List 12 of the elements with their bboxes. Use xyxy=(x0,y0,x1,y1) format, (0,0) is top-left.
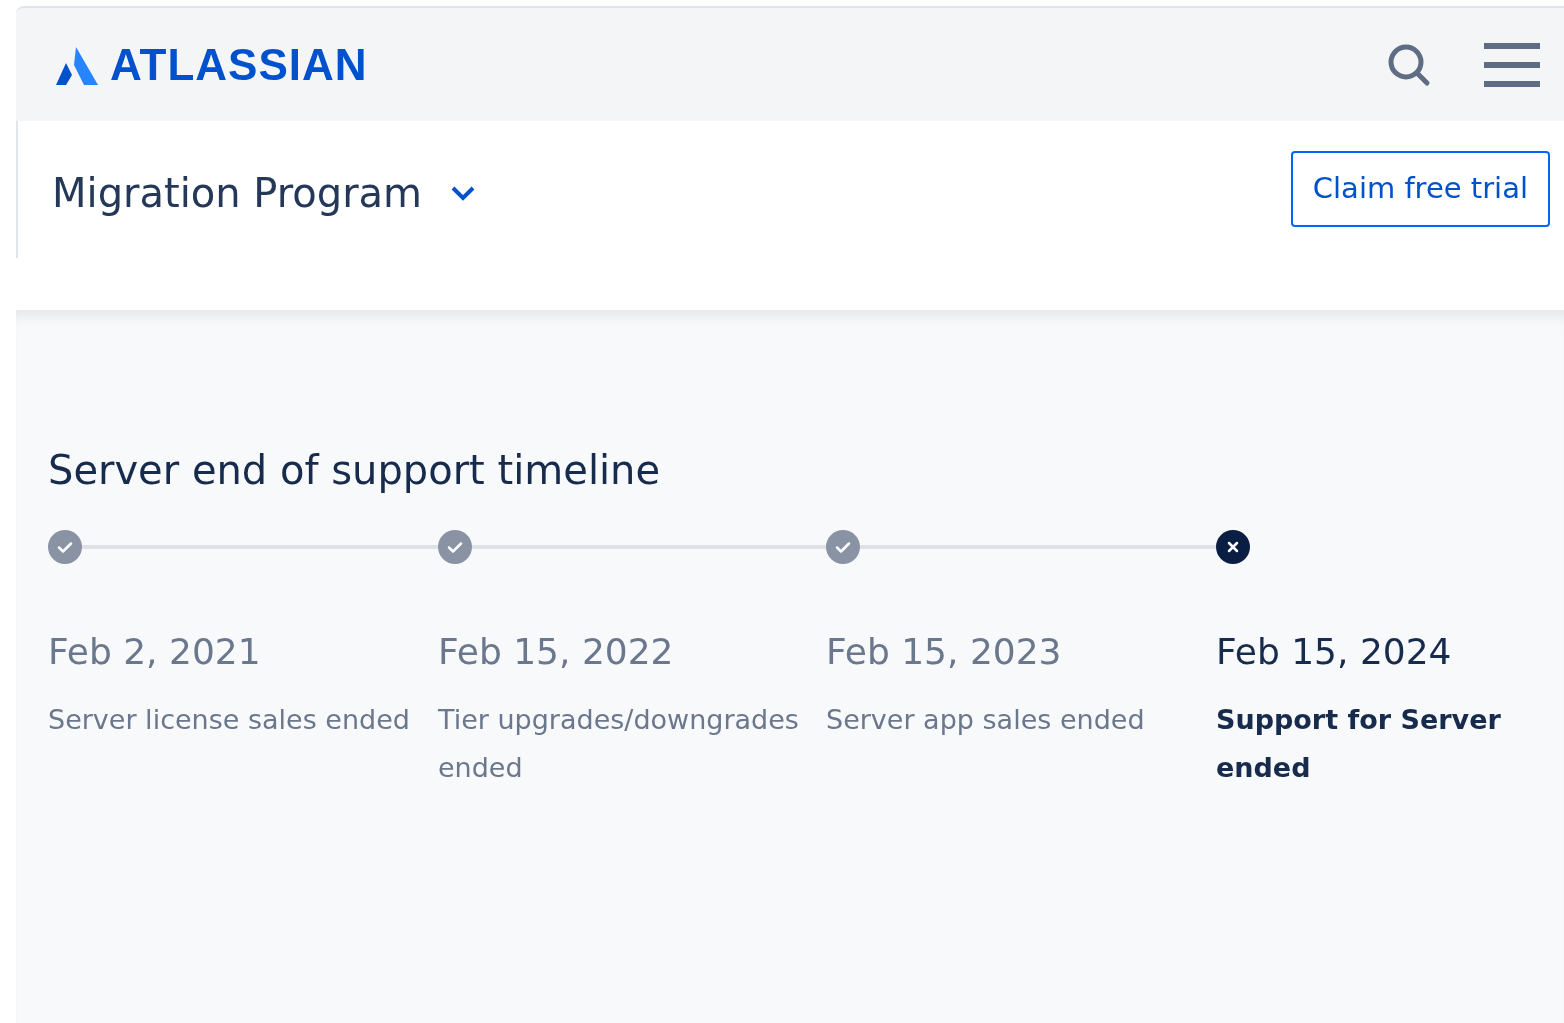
milestone-description: Tier upgrades/downgrades ended xyxy=(438,703,800,785)
milestone-date: Feb 15, 2022 xyxy=(438,634,675,670)
logo-wordmark[interactable]: ATLASSIAN xyxy=(110,42,368,87)
milestone-description: Support for Server ended xyxy=(1216,703,1502,785)
milestone-date: Feb 15, 2023 xyxy=(826,634,1063,670)
milestone-date: Feb 2, 2021 xyxy=(48,634,262,670)
menu-icon[interactable] xyxy=(1484,42,1540,87)
chevron-down-icon[interactable] xyxy=(450,184,477,201)
milestone-date: Feb 15, 2024 xyxy=(1216,634,1453,670)
claim-trial-button[interactable]: Claim free trial xyxy=(1290,151,1550,227)
milestone-description: Server app sales ended xyxy=(826,703,1146,737)
milestone-description: Server license sales ended xyxy=(48,703,411,737)
